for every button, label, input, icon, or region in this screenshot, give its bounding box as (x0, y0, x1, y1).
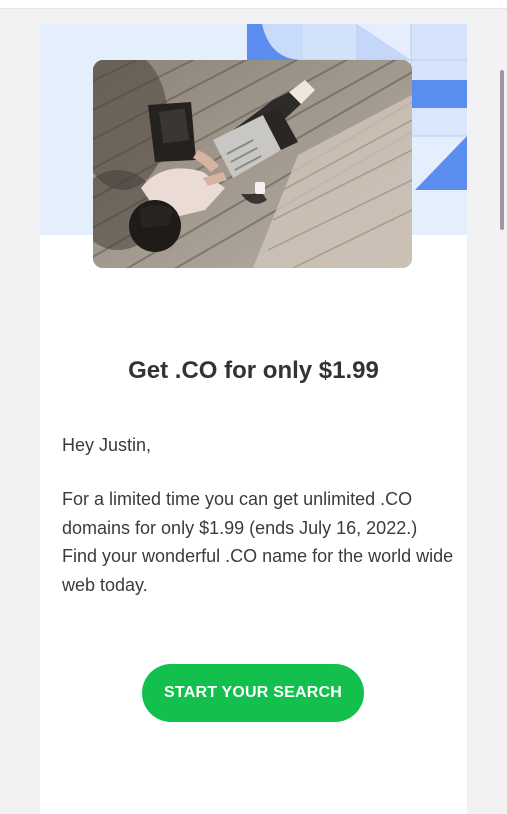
body-paragraph: For a limited time you can get unlimited… (62, 489, 454, 595)
hero-photo (93, 60, 412, 268)
email-card: Get .CO for only $1.99 Hey Justin, For a… (40, 24, 467, 814)
greeting-text: Hey Justin, (62, 435, 152, 455)
scrollbar[interactable] (500, 70, 504, 230)
browser-top-strip (0, 0, 507, 9)
start-search-button[interactable]: START YOUR SEARCH (142, 664, 364, 722)
email-headline: Get .CO for only $1.99 (128, 357, 379, 384)
photo-illustration (93, 60, 412, 268)
